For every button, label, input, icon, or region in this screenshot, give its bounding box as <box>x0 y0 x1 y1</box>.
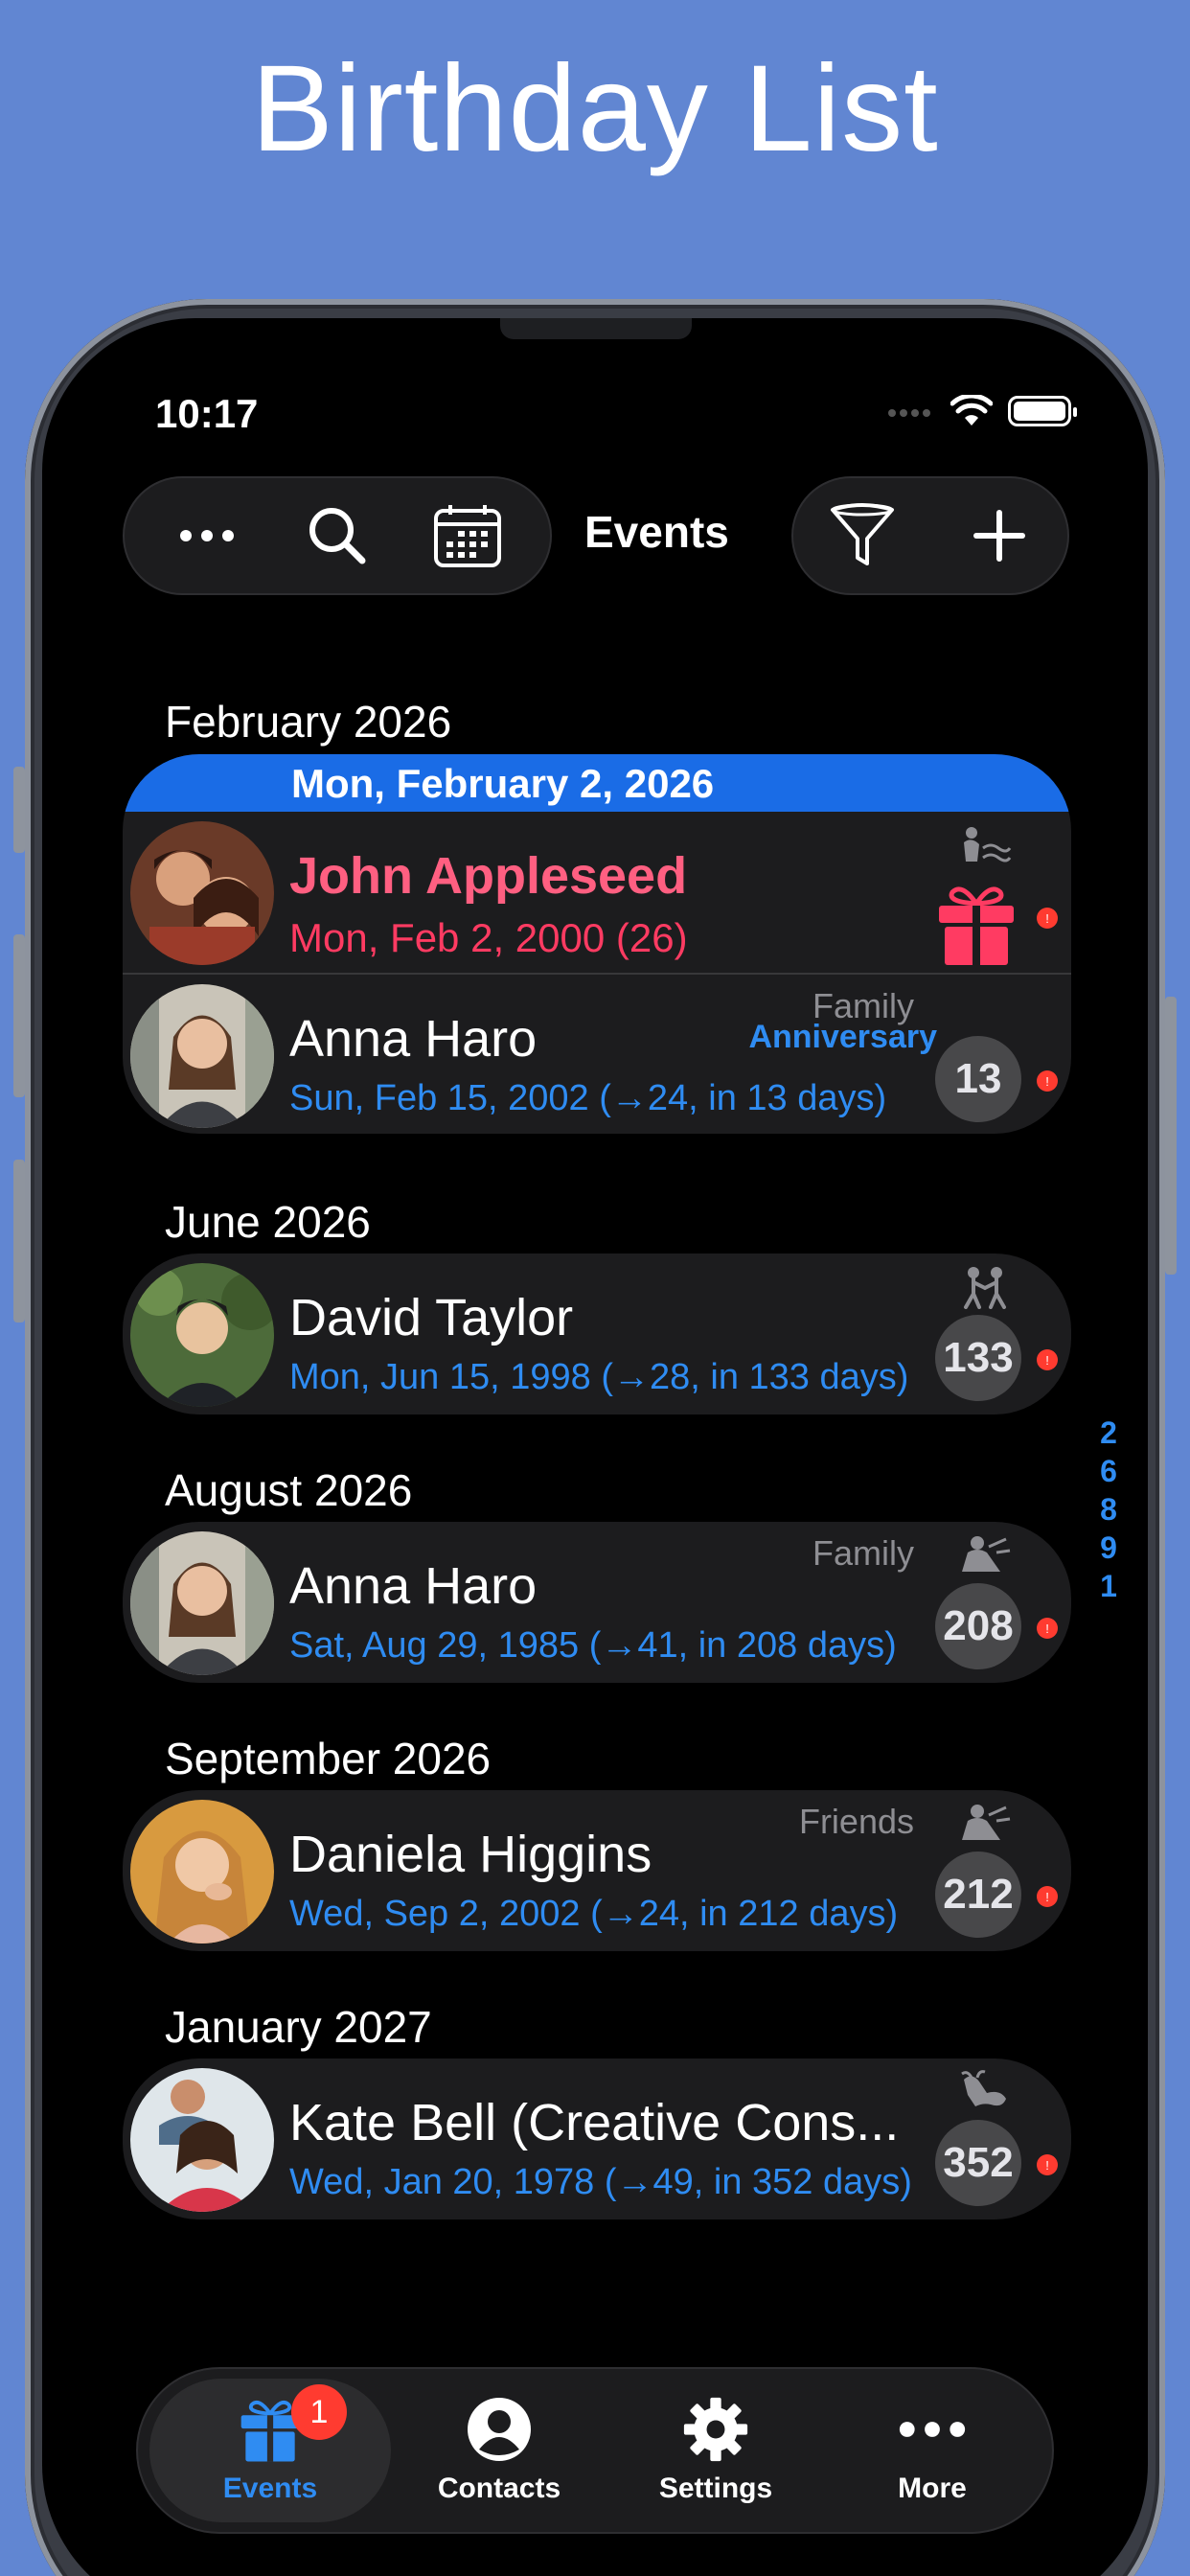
tab-settings[interactable]: Settings <box>607 2379 824 2522</box>
person-icon <box>466 2396 533 2463</box>
avatar <box>130 984 274 1128</box>
volume-down-button <box>13 1160 25 1322</box>
notification-dot: ! <box>1037 2154 1058 2175</box>
contact-name: Anna Haro <box>289 1010 538 1068</box>
event-row[interactable]: Kate Bell (Creative Cons... Wed, Jan 20,… <box>123 2058 1071 2220</box>
tab-badge: 1 <box>291 2384 347 2440</box>
virgo-icon <box>958 1802 1012 1846</box>
gemini-icon <box>958 1265 1012 1309</box>
power-button <box>1165 997 1177 1275</box>
tab-label: More <box>898 2472 967 2504</box>
filter-icon[interactable] <box>828 501 897 570</box>
more-icon[interactable] <box>172 501 241 570</box>
tab-contacts[interactable]: Contacts <box>391 2379 607 2522</box>
silent-switch <box>13 767 25 853</box>
aquarius-icon <box>958 823 1012 867</box>
tab-label: Contacts <box>437 2472 561 2504</box>
days-remaining: 352 <box>935 2120 1021 2206</box>
event-type-label: Anniversary <box>748 1019 937 1055</box>
month-index-item[interactable]: 8 <box>1089 1490 1128 1529</box>
event-row[interactable]: Anna Haro Sat, Aug 29, 1985 (→41, in 208… <box>123 1522 1071 1683</box>
event-card: Anna Haro Sat, Aug 29, 1985 (→41, in 208… <box>123 1522 1071 1683</box>
avatar <box>130 821 274 965</box>
status-time: 10:17 <box>155 391 259 436</box>
avatar <box>130 1800 274 1944</box>
speaker-grille <box>500 318 692 339</box>
tab-label: Events <box>222 2472 318 2504</box>
section-title: August 2026 <box>165 1465 413 1515</box>
group-label: Friends <box>798 1802 914 1841</box>
notification-dot: ! <box>1037 1070 1058 1092</box>
wifi-icon <box>950 395 993 426</box>
avatar <box>130 1531 274 1675</box>
event-card: Mon, February 2, 2026 John Appleseed Mon… <box>123 754 1071 1134</box>
toolbar-right-group <box>791 476 1069 595</box>
battery-icon <box>1008 396 1077 426</box>
event-date: Sun, Feb 15, 2002 (→24, in 13 days) <box>289 1078 887 1118</box>
notification-dot: ! <box>1037 1618 1058 1639</box>
event-date: Wed, Jan 20, 1978 (→49, in 352 days) <box>289 2162 912 2202</box>
event-card: David Taylor Mon, Jun 15, 1998 (→28, in … <box>123 1254 1071 1414</box>
status-icons <box>887 395 1077 427</box>
tab-events[interactable]: Events 1 <box>149 2379 391 2522</box>
tab-more[interactable]: More <box>824 2379 1041 2522</box>
contact-name: Anna Haro <box>289 1557 538 1615</box>
gear-icon <box>682 2396 749 2463</box>
notification-dot: ! <box>1037 1349 1058 1370</box>
toolbar-left-group <box>123 476 552 595</box>
nav-title: Events <box>584 507 729 557</box>
contact-name: Daniela Higgins <box>289 1826 652 1883</box>
cellular-icon <box>888 409 930 417</box>
event-date: Mon, Jun 15, 1998 (→28, in 133 days) <box>289 1357 909 1397</box>
group-label: Family <box>812 1533 914 1573</box>
event-card: Daniela Higgins Wed, Sep 2, 2002 (→24, i… <box>123 1790 1071 1951</box>
marketing-headline: Birthday List <box>251 40 939 177</box>
event-date: Mon, Feb 2, 2000 (26) <box>289 915 688 960</box>
event-row[interactable]: John Appleseed Mon, Feb 2, 2000 (26) ! <box>123 812 1071 973</box>
section-title: January 2027 <box>165 2002 432 2052</box>
day-header: Mon, February 2, 2026 <box>123 754 1071 812</box>
more-icon <box>899 2396 966 2463</box>
days-remaining: 212 <box>935 1852 1021 1938</box>
days-remaining: 208 <box>935 1583 1021 1669</box>
month-index-item[interactable]: 1 <box>1089 1567 1128 1605</box>
event-row[interactable]: David Taylor Mon, Jun 15, 1998 (→28, in … <box>123 1254 1071 1414</box>
phone-screen: 10:17 Events February 2026 Mon, February… <box>42 318 1148 2576</box>
virgo-icon <box>958 1533 1012 1577</box>
section-title: February 2026 <box>165 697 452 747</box>
days-remaining: 133 <box>935 1315 1021 1401</box>
notification-dot: ! <box>1037 1886 1058 1907</box>
section-title: June 2026 <box>165 1197 371 1247</box>
section-title: September 2026 <box>165 1734 492 1783</box>
contact-name: Kate Bell (Creative Cons... <box>289 2094 900 2151</box>
month-index-item[interactable]: 9 <box>1089 1529 1128 1567</box>
gift-icon <box>933 881 1019 967</box>
volume-up-button <box>13 934 25 1097</box>
days-remaining: 13 <box>935 1036 1021 1122</box>
month-index[interactable]: 2 6 8 9 1 <box>1089 1414 1128 1605</box>
calendar-icon[interactable] <box>433 501 502 570</box>
tab-bar: Events 1 Contacts Settings More <box>136 2367 1054 2534</box>
month-index-item[interactable]: 2 <box>1089 1414 1128 1452</box>
event-card: Kate Bell (Creative Cons... Wed, Jan 20,… <box>123 2058 1071 2220</box>
contact-name: David Taylor <box>289 1289 574 1346</box>
notification-dot: ! <box>1037 908 1058 929</box>
event-row[interactable]: Daniela Higgins Wed, Sep 2, 2002 (→24, i… <box>123 1790 1071 1951</box>
avatar <box>130 2068 274 2212</box>
capricorn-icon <box>958 2070 1012 2114</box>
event-date: Wed, Sep 2, 2002 (→24, in 212 days) <box>289 1894 899 1934</box>
event-row[interactable]: Anna Haro Sun, Feb 15, 2002 (→24, in 13 … <box>123 973 1071 1134</box>
avatar <box>130 1263 274 1407</box>
contact-name: John Appleseed <box>289 847 688 905</box>
plus-icon[interactable] <box>965 501 1034 570</box>
month-index-item[interactable]: 6 <box>1089 1452 1128 1490</box>
search-icon[interactable] <box>303 501 372 570</box>
tab-label: Settings <box>658 2472 773 2504</box>
event-date: Sat, Aug 29, 1985 (→41, in 208 days) <box>289 1625 897 1666</box>
